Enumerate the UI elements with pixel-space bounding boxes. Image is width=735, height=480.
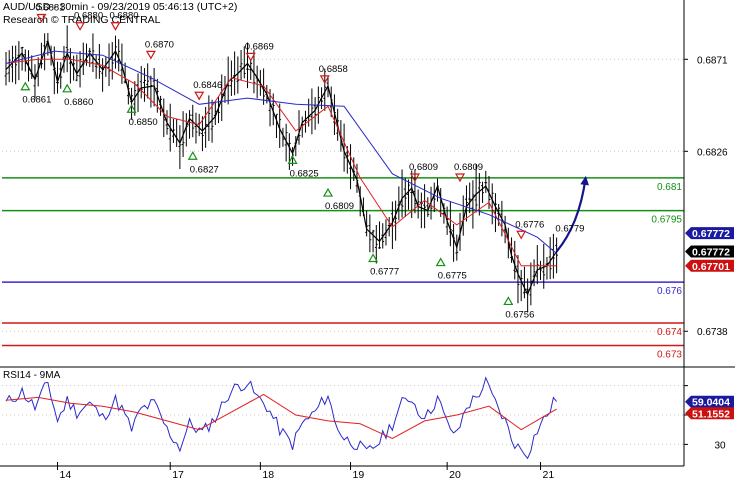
rsi-badge-label: 51.1552 (692, 408, 730, 420)
pivot-down-icon (75, 22, 86, 31)
pivot-down-icon (516, 230, 527, 240)
pivot-low-label: 0.6850 (129, 117, 158, 128)
pivot-high-label: 0.6869 (245, 41, 274, 52)
rsi-title: RSI14 - 9MA (3, 370, 61, 381)
forecast-target-label: 0.6779 (555, 223, 584, 234)
time-tick-label: 14 (60, 469, 72, 480)
pivot-high-label: 0.6881 (35, 3, 64, 14)
rsi-line (5, 376, 557, 460)
pivot-high-label: 0.6846 (193, 80, 222, 91)
rsi-badge-label: 59.0404 (692, 397, 730, 409)
time-tick-label: 17 (172, 469, 184, 480)
pivot-low-label: 0.6756 (505, 309, 534, 320)
time-tick-label: 19 (353, 469, 365, 480)
rsi-badge: 59.0404 (685, 395, 734, 409)
pivot-low-label: 0.6861 (22, 95, 51, 106)
pivot-high-label: 0.6776 (515, 219, 544, 230)
price-badge: 0.67701 (685, 259, 734, 273)
pivot-up-icon (187, 151, 198, 160)
forecast-arrow (555, 177, 587, 253)
time-tick-label: 21 (543, 469, 555, 480)
price-badge-label: 0.67772 (692, 228, 730, 240)
pivot-low-label: 0.6809 (325, 201, 354, 212)
price-tick-label: 0.6871 (697, 55, 728, 66)
price-badge-label: 0.67772 (692, 246, 730, 258)
level-label: 0.681 (657, 182, 682, 193)
level-label: 0.673 (657, 350, 682, 361)
price-tick-label: 0.6738 (697, 327, 728, 338)
pivot-high-label: 0.6809 (409, 162, 438, 173)
pivot-high-label: 0.6870 (145, 39, 174, 50)
time-tick-label: 18 (262, 469, 274, 480)
pivot-low-label: 0.6775 (438, 271, 467, 282)
pivot-down-icon (145, 50, 156, 60)
pivot-down-icon (36, 13, 47, 23)
time-tick-label: 20 (449, 469, 461, 480)
pivot-high-label: 0.6880 (109, 11, 138, 22)
pivot-up-icon (435, 257, 446, 267)
rsi-badge: 51.1552 (685, 407, 734, 420)
pivot-low-label: 0.6777 (370, 266, 399, 277)
price-badge: 0.67772 (685, 227, 734, 240)
rsi-tick-label: 30 (714, 440, 726, 451)
pivot-low-label: 0.6825 (290, 168, 319, 179)
price-tick-label: 0.6826 (697, 147, 728, 158)
pivot-up-icon (62, 83, 73, 93)
pivot-up-icon (503, 296, 514, 306)
price-chart: 0.681 0.6795 0.676 0.674 0.673 0.6861 0.6860 0… (0, 0, 735, 480)
pivot-down-icon (194, 91, 205, 101)
pivot-up-icon (322, 187, 334, 197)
price-badge: 0.67772 (685, 245, 734, 258)
level-label: 0.674 (657, 327, 682, 338)
pivot-high-label: 0.6809 (454, 162, 483, 173)
pivot-up-icon (20, 81, 31, 91)
level-label: 0.676 (657, 286, 682, 297)
pivot-high-label: 0.6858 (319, 64, 348, 75)
pivot-down-icon (110, 22, 121, 31)
pivot-high-label: 0.6880 (74, 11, 103, 22)
pivot-low-label: 0.6860 (64, 97, 93, 108)
ma-slow-line (5, 50, 557, 254)
price-badge-label: 0.67701 (692, 261, 730, 273)
pivot-low-label: 0.6827 (190, 164, 219, 175)
level-label: 0.6795 (651, 215, 682, 226)
